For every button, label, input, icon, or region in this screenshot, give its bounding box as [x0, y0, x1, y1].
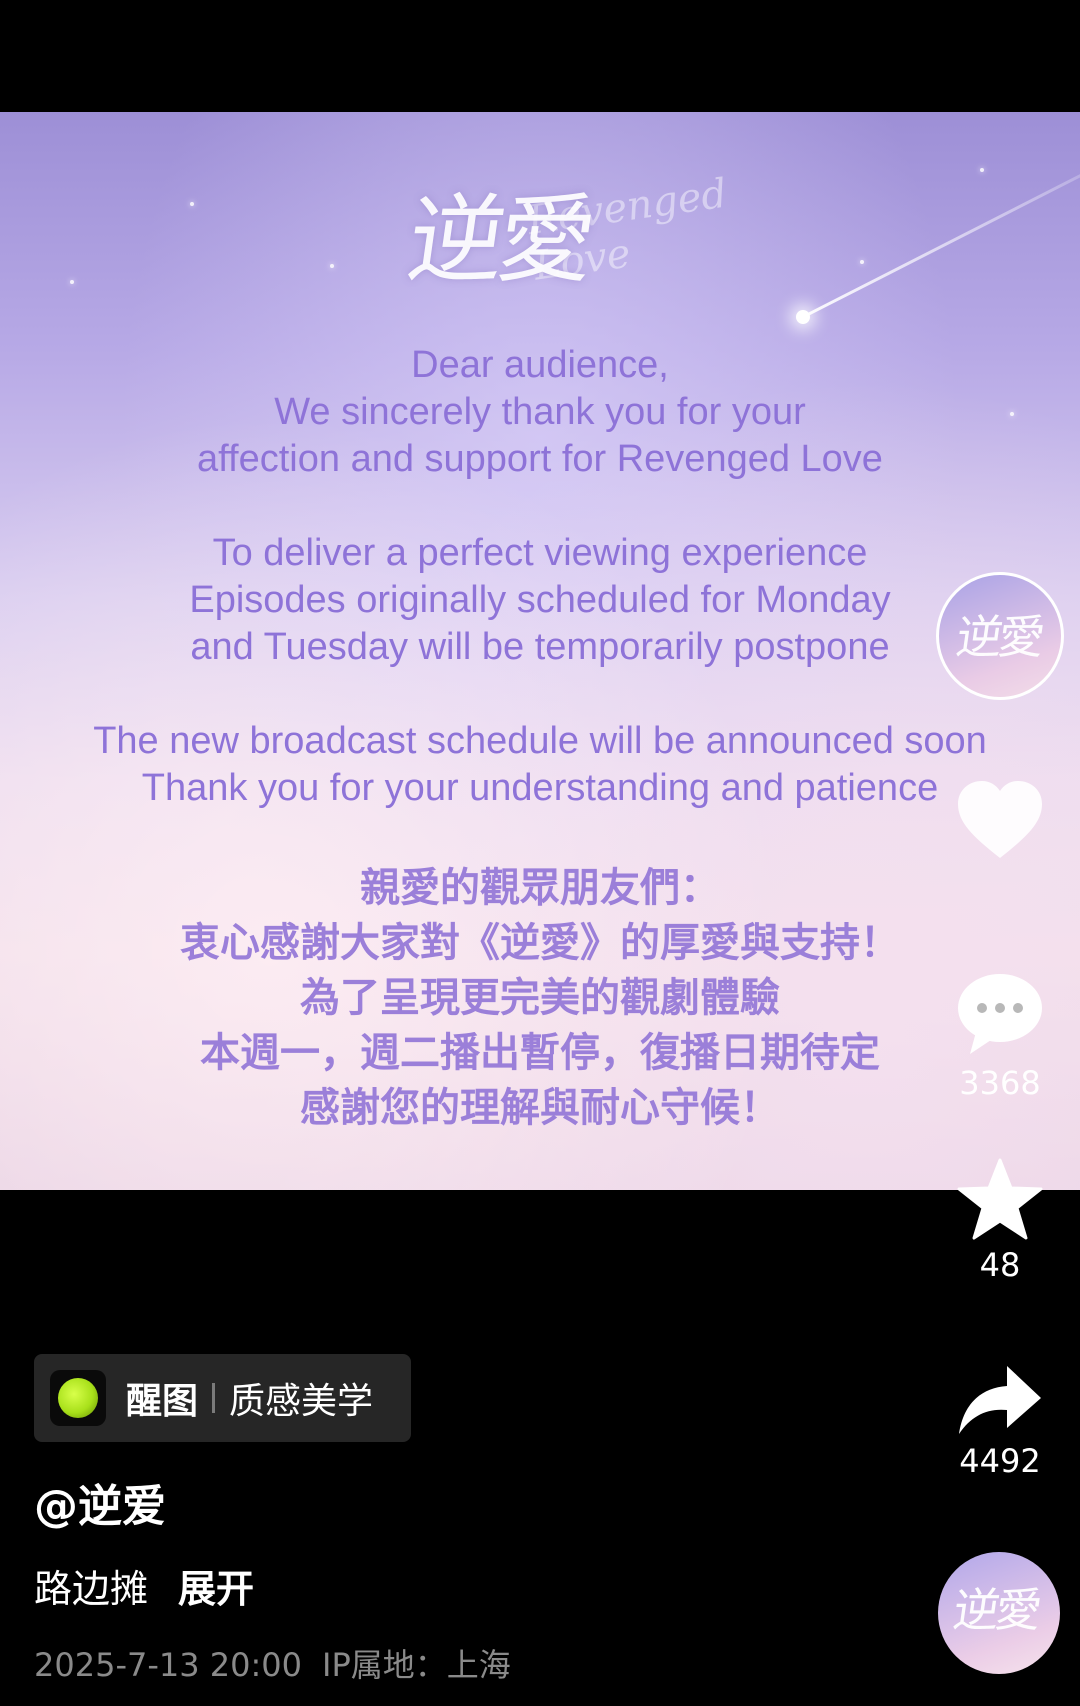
- announcement-line: 親愛的觀眾朋友們：: [360, 864, 720, 911]
- music-disc[interactable]: 逆愛: [938, 1552, 1060, 1674]
- video-poster[interactable]: Revenged Love 逆愛 Dear audience, We since…: [0, 112, 1080, 1190]
- post-caption: 路边摊 展开: [34, 1558, 254, 1613]
- post-date: 2025-7-13 20:00: [34, 1646, 302, 1684]
- star-icon: [957, 1158, 1043, 1240]
- comment-button[interactable]: 3368: [940, 970, 1060, 1102]
- announcement-line: 衷心感謝大家對《逆愛》的厚愛與支持！: [180, 919, 900, 966]
- share-icon: [959, 1366, 1041, 1434]
- english-announcement: Dear audience, We sincerely thank you fo…: [0, 342, 1080, 812]
- favorite-count: 48: [979, 1246, 1021, 1284]
- chinese-announcement: 親愛的觀眾朋友們： 衷心感謝大家對《逆愛》的厚愛與支持！ 為了呈現更完美的觀劇體…: [0, 860, 1080, 1135]
- tag-app-name: 醒图: [126, 1381, 199, 1422]
- shooting-star-head: [796, 310, 810, 324]
- sparkle: [330, 264, 334, 268]
- post-meta: 2025-7-13 20:00 IP属地：上海: [34, 1640, 511, 1686]
- announcement-line: We sincerely thank you for your: [274, 391, 806, 433]
- announcement-line: affection and support for Revenged Love: [197, 438, 883, 480]
- logo-title: 逆愛: [400, 184, 597, 296]
- avatar-logo: 逆愛: [949, 1583, 1042, 1637]
- sparkle: [860, 260, 864, 264]
- announcement-line: 感謝您的理解與耐心守候！: [300, 1084, 780, 1131]
- announcement-line: 本週一，週二播出暫停，復播日期待定: [200, 1029, 880, 1076]
- announcement-line: [0, 483, 1080, 530]
- announcement-line: Thank you for your understanding and pat…: [141, 767, 939, 809]
- effect-tag[interactable]: 醒图 质感美学: [34, 1354, 411, 1442]
- announcement-line: [0, 671, 1080, 718]
- comment-icon: [958, 974, 1042, 1054]
- announcement-line: The new broadcast schedule will be annou…: [93, 720, 987, 762]
- share-button[interactable]: 4492: [940, 1364, 1060, 1480]
- favorite-button[interactable]: 48: [940, 1158, 1060, 1284]
- tag-divider: [212, 1383, 216, 1413]
- announcement-line: and Tuesday will be temporarily postpone: [190, 626, 890, 668]
- creator-avatar[interactable]: 逆愛: [936, 572, 1064, 700]
- heart-icon: [958, 781, 1042, 858]
- sparkle: [980, 168, 984, 172]
- ip-location: IP属地：上海: [322, 1646, 511, 1684]
- sparkle: [70, 280, 74, 284]
- comment-count: 3368: [959, 1064, 1041, 1102]
- green-dot-icon: [58, 1378, 98, 1418]
- xingtu-logo: [50, 1370, 106, 1426]
- share-count: 4492: [959, 1442, 1041, 1480]
- announcement-line: Episodes originally scheduled for Monday: [189, 579, 891, 621]
- expand-button[interactable]: 展开: [178, 1567, 254, 1611]
- show-logo: Revenged Love 逆愛: [380, 132, 730, 332]
- author-handle[interactable]: @逆爱: [34, 1470, 166, 1534]
- sparkle: [190, 202, 194, 206]
- announcement-line: Dear audience,: [411, 344, 669, 386]
- tag-effect-name: 质感美学: [229, 1381, 374, 1422]
- caption-text: 路边摊: [34, 1567, 149, 1611]
- like-button[interactable]: [940, 778, 1060, 868]
- avatar-logo: 逆愛: [952, 610, 1045, 664]
- announcement-line: 為了呈現更完美的觀劇體驗: [300, 974, 780, 1021]
- announcement-line: To deliver a perfect viewing experience: [212, 532, 868, 574]
- shooting-star: [799, 126, 1080, 320]
